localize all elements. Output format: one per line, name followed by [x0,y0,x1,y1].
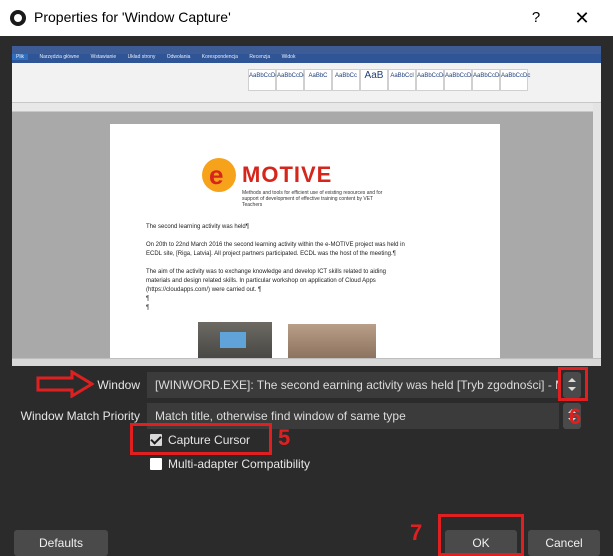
doc-line: ECDL site, [Riga, Latvia]. All project p… [146,251,396,257]
annotation-number-5: 5 [278,425,291,450]
capture-preview: Plik Narzędzia główne Wstawianie Układ s… [12,46,601,366]
highlight-box-7 [438,514,524,556]
word-scrollbar [593,103,601,358]
style-sample: AaBbCcDc [276,69,306,91]
multi-adapter-checkbox[interactable] [150,458,162,470]
match-priority-label: Window Match Priority [20,409,140,423]
annotation-number-7: 7 [410,520,423,545]
title-bar: Properties for 'Window Capture' ? ✕ [0,0,613,36]
word-ribbon: AaBbCcDc AaBbCcDc AaBbC AaBbCc AaB AaBbC… [12,63,601,103]
logo-text: MOTIVE [242,162,333,187]
word-ribbon-tabs: Plik Narzędzia główne Wstawianie Układ s… [12,54,601,63]
word-ruler [12,103,601,112]
ribbon-tab: Recenzja [249,54,271,60]
ribbon-tab: Widok [281,54,296,60]
highlight-box-5 [130,423,272,455]
emotive-logo: MOTIVE Methods and tools for efficient u… [202,156,402,214]
window-title: Properties for 'Window Capture' [34,9,231,25]
word-page: MOTIVE Methods and tools for efficient u… [110,124,500,364]
doc-line: materials and design related skills. In … [146,278,376,284]
close-button[interactable]: ✕ [570,6,594,30]
style-sample: AaBbCcDc [248,69,278,91]
obs-logo-icon [10,10,26,26]
cancel-button[interactable]: Cancel [528,530,600,556]
multi-adapter-label: Multi-adapter Compatibility [168,457,311,471]
defaults-button[interactable]: Defaults [14,530,108,556]
ribbon-tab: Korespondencja [201,54,238,60]
sun-logo-icon [202,158,236,192]
style-sample: AaBbCcl [388,69,416,91]
window-label: Window [97,378,140,392]
doc-line: ¶ [146,296,150,302]
help-button[interactable]: ? [524,6,548,30]
doc-line: The aim of the activity was to exchange … [146,269,387,275]
highlight-box-6 [558,367,588,401]
doc-line: On 20th to 22nd March 2016 the second le… [146,242,405,248]
style-sample: AaBbCcDc [500,69,530,91]
style-sample: AaBbCcDc [444,69,474,91]
ribbon-tab: Plik [12,54,29,60]
doc-line: (https://cloudapps.com/) were carried ou… [146,287,262,293]
window-select[interactable]: [WINWORD.EXE]: The second earning activi… [147,372,559,398]
style-sample: AaBbC [304,69,332,91]
style-sample: AaBbCcDc [416,69,446,91]
style-sample: AaBbCc [332,69,360,91]
word-document-area: MOTIVE Methods and tools for efficient u… [12,112,601,364]
word-status-bar [12,358,601,366]
doc-line: The second learning activity was held¶ [146,224,249,230]
doc-line: ¶ [146,305,150,311]
ribbon-tab: Układ strony [127,54,156,60]
properties-dialog: Plik Narzędzia główne Wstawianie Układ s… [0,36,613,556]
style-sample: AaB [360,69,388,91]
ribbon-tab: Wstawianie [90,54,117,60]
multi-adapter-checkbox-row[interactable]: Multi-adapter Compatibility [150,455,320,473]
logo-subtitle: Methods and tools for efficient use of e… [242,190,383,208]
annotation-number-6: 6 [569,404,582,429]
word-title-strip [12,46,601,54]
ribbon-tab: Odwołania [166,54,191,60]
ribbon-tab: Narzędzia główne [39,54,80,60]
style-sample: AaBbCcDc [472,69,502,91]
